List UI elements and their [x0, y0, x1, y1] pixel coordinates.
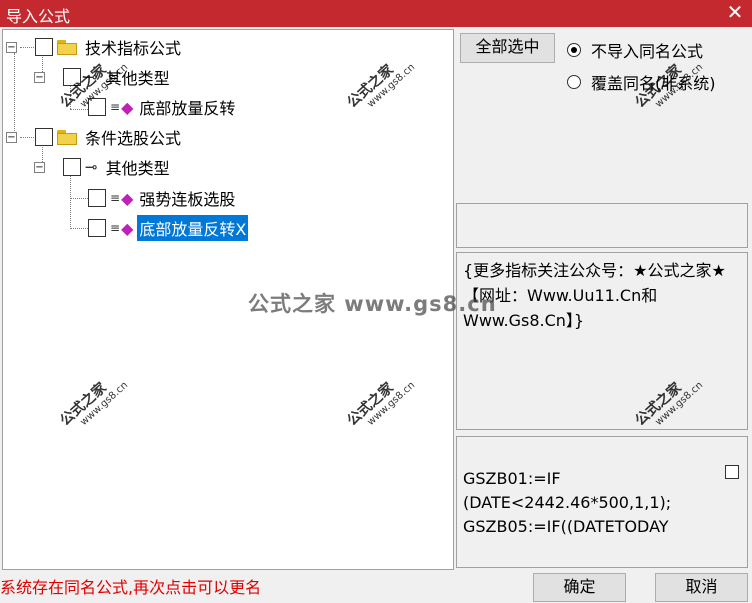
info-box-empty	[456, 203, 748, 248]
close-icon[interactable]: ✕	[724, 1, 746, 23]
cancel-button[interactable]: 取消	[655, 573, 748, 602]
code-text: GSZB01:=IF (DATE<2442.46*500,1,1); GSZB0…	[463, 467, 718, 539]
tree-node-group2-type[interactable]: − ⊸ 其他类型	[34, 153, 172, 181]
checkbox[interactable]	[35, 128, 53, 146]
tree-node-group1-item1[interactable]: ≡ ◆ 底部放量反转	[88, 93, 237, 121]
status-message: 系统存在同名公式,再次点击可以更名	[0, 578, 262, 597]
radio-button-checked[interactable]	[567, 43, 581, 57]
tree-node-group2-item1[interactable]: ≡ ◆ 强势连板选股	[88, 184, 237, 212]
checkbox[interactable]	[88, 189, 106, 207]
tree-node-label: 条件选股公式	[85, 129, 182, 148]
folder-icon	[57, 39, 77, 55]
checkbox[interactable]	[88, 219, 106, 237]
collapse-icon[interactable]: −	[34, 161, 45, 173]
window-title: 导入公式	[6, 7, 71, 26]
checkbox[interactable]	[35, 38, 53, 56]
tree-node-label: 技术指标公式	[85, 39, 182, 58]
tree-node-label: 底部放量反转	[139, 99, 236, 118]
radio-button[interactable]	[567, 75, 581, 89]
tree-connector	[70, 198, 88, 199]
folder-icon	[57, 129, 77, 145]
title-bar: 导入公式 ✕	[0, 0, 752, 27]
tree-node-group1[interactable]: − 技术指标公式	[6, 33, 183, 61]
collapse-icon[interactable]: −	[34, 71, 45, 83]
tree-connector	[70, 175, 71, 229]
formula-gem-icon: ≡ ◆	[110, 218, 134, 238]
select-all-button[interactable]: 全部选中	[460, 33, 555, 63]
description-text: {更多指标关注公众号：★公式之家★【网址：Www.Uu11.Cn和Www.Gs8…	[463, 261, 726, 330]
ok-button[interactable]: 确定	[533, 573, 626, 602]
checkbox[interactable]	[63, 158, 81, 176]
code-line: (DATE<2442.46*500,1,1);	[463, 493, 672, 512]
code-line: GSZB01:=IF	[463, 469, 561, 488]
code-checkbox[interactable]	[725, 465, 739, 479]
tree-node-label: 其他类型	[105, 159, 170, 178]
tree-connector	[70, 228, 88, 229]
tree-node-group2-item2[interactable]: ≡ ◆ 底部放量反转X	[88, 214, 249, 242]
formula-gem-icon: ≡ ◆	[110, 97, 134, 117]
watermark-main: 公式之家 www.gs8.cn	[248, 292, 497, 316]
tree-node-group2[interactable]: − 条件选股公式	[6, 123, 183, 151]
formula-gem-icon: ≡ ◆	[110, 188, 134, 208]
key-icon: ⊸	[85, 158, 98, 176]
tree-node-label: 强势连板选股	[139, 190, 236, 209]
collapse-icon[interactable]: −	[6, 131, 17, 143]
tree-node-label-selected: 底部放量反转X	[137, 215, 249, 241]
code-line: GSZB05:=IF((DATETODAY	[463, 517, 669, 536]
collapse-icon[interactable]: −	[6, 41, 17, 53]
